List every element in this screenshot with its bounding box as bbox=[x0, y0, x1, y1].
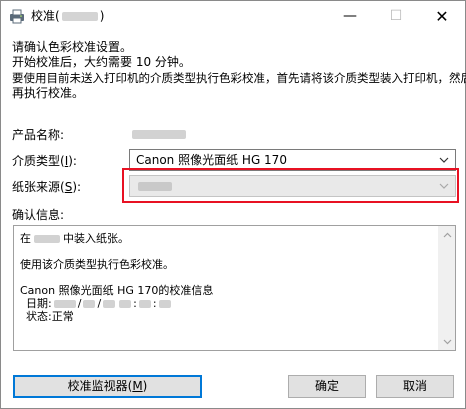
media-type-label: 介质类型(I): bbox=[12, 154, 77, 168]
intro-line-1: 请确认色彩校准设置。 bbox=[12, 40, 133, 54]
status-value: 正常 bbox=[51, 310, 74, 323]
close-button[interactable]: ✕ bbox=[419, 1, 465, 31]
intro-line-3: 要使用目前未送入打印机的介质类型执行色彩校准，首先请将该介质类型装入打印机，然后 bbox=[12, 71, 466, 85]
window-title: 校准() bbox=[31, 8, 104, 24]
maximize-button: ☐ bbox=[389, 8, 403, 24]
product-name-label: 产品名称: bbox=[12, 128, 65, 142]
calibration-monitor-button[interactable]: 校准监视器(M) bbox=[13, 375, 202, 398]
info-line-calibration-info: Canon 照像光面纸 HG 170的校准信息 bbox=[20, 284, 214, 297]
product-name-redacted bbox=[132, 130, 186, 139]
info-line-use-media: 使用该介质类型执行色彩校准。 bbox=[20, 258, 174, 271]
ok-button[interactable]: 确定 bbox=[288, 375, 366, 398]
info-line-load-paper: 在中装入纸张。 bbox=[20, 232, 129, 245]
info-scrollbar[interactable] bbox=[438, 226, 455, 350]
media-type-selected-value: Canon 照像光面纸 HG 170 bbox=[136, 153, 287, 167]
printer-app-icon bbox=[10, 9, 24, 24]
chevron-down-icon bbox=[439, 157, 449, 163]
confirmation-info-box: 在中装入纸张。 使用该介质类型执行色彩校准。 Canon 照像光面纸 HG 17… bbox=[13, 225, 456, 351]
paper-source-highlight-box bbox=[122, 168, 459, 203]
paper-source-redacted bbox=[34, 235, 60, 243]
monitor-access-key: M bbox=[132, 379, 143, 393]
intro-line-2: 开始校准后，大约需要 10 分钟。 bbox=[12, 55, 191, 69]
confirmation-label: 确认信息: bbox=[12, 208, 65, 222]
intro-line-4: 再执行校准。 bbox=[12, 86, 85, 100]
paper-source-label: 纸张来源(S): bbox=[12, 180, 82, 194]
title-suffix: ) bbox=[99, 9, 105, 23]
info-line-date: 日期: / /:: bbox=[20, 297, 430, 310]
cancel-button[interactable]: 取消 bbox=[376, 375, 454, 398]
calibration-dialog: 校准() — ☐ ✕ 请确认色彩校准设置。 开始校准后，大约需要 10 分钟。 … bbox=[0, 0, 466, 409]
minimize-button[interactable]: — bbox=[327, 1, 373, 31]
title-prefix: 校准( bbox=[31, 9, 60, 23]
scroll-down-icon[interactable] bbox=[439, 333, 456, 350]
info-line-status: 状态:正常 bbox=[26, 310, 74, 323]
title-redacted-printer-name bbox=[61, 12, 98, 21]
title-bar: 校准() — ☐ ✕ bbox=[1, 1, 465, 31]
confirmation-text: 在中装入纸张。 使用该介质类型执行色彩校准。 Canon 照像光面纸 HG 17… bbox=[20, 232, 430, 323]
scroll-up-icon[interactable] bbox=[439, 226, 456, 243]
